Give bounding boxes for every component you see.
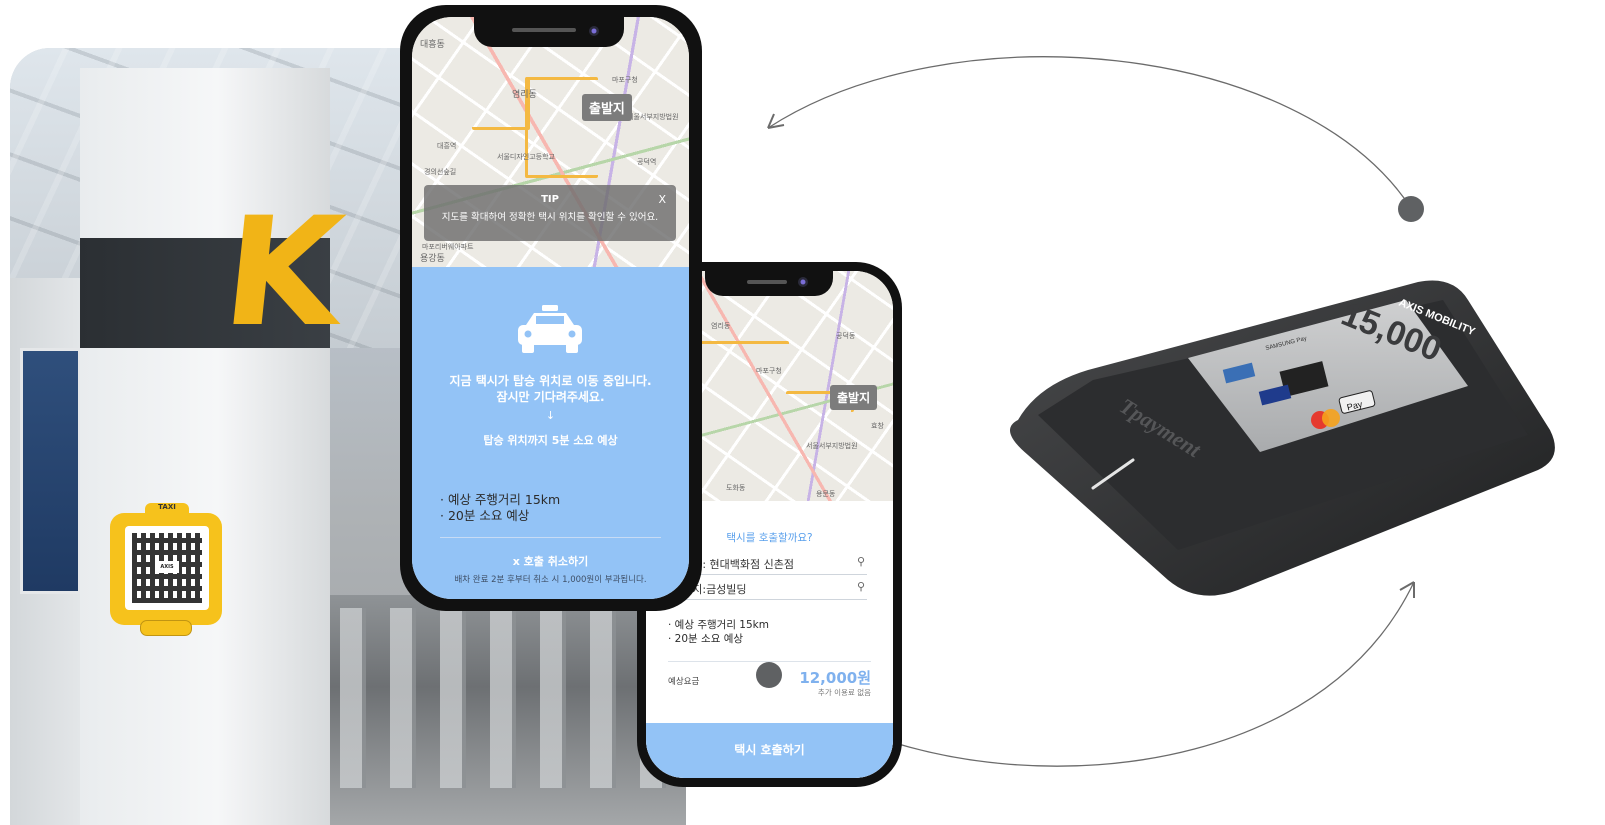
camera: [589, 26, 599, 36]
mastercard-logo-2: [1322, 409, 1340, 427]
status-line-1: 지금 택시가 탑승 위치로 이동 중입니다.: [449, 374, 652, 388]
speaker: [512, 28, 576, 32]
call-taxi-button[interactable]: 택시 호출하기: [646, 723, 893, 778]
map-label: 공덕동: [836, 332, 856, 340]
connector-dot-fare: [756, 662, 782, 688]
arc-terminal-to-phone: [767, 56, 1412, 209]
duration-info: · 20분 소요 예상: [440, 508, 530, 523]
phone-taxi-status: 대흥동 염리동 용강동 마포구청 서울서부지방법원 대흥역 경의선숲길 서울디자…: [400, 5, 702, 611]
taxi-icon: [518, 305, 582, 353]
search-icon[interactable]: ⚲: [857, 580, 865, 593]
distance-info: · 예상 주행거리 15km: [668, 619, 769, 631]
phone-status-screen: 대흥동 염리동 용강동 마포구청 서울서부지방법원 대흥역 경의선숲길 서울디자…: [412, 17, 689, 599]
origin-badge: 출발지: [582, 94, 632, 121]
pillar-letter: K: [215, 186, 351, 360]
connector-dot-terminal: [1398, 196, 1424, 222]
map-label: 도화동: [726, 484, 746, 492]
duration-info: · 20분 소요 예상: [668, 633, 744, 645]
info-screen: [20, 348, 81, 594]
phone-notch: [705, 270, 833, 296]
checkin-kiosks: [340, 608, 670, 788]
status-line-2: 잠시만 기다려주세요.: [496, 390, 605, 404]
map-label: 대흥동: [420, 40, 445, 50]
tip-text: 지도를 확대하여 정확한 택시 위치를 확인할 수 있어요.: [441, 212, 659, 223]
map-label: 마포구청: [756, 367, 782, 375]
qr-brand: AXIS: [155, 561, 179, 573]
eta-text: 탑승 위치까지 5분 소요 예상: [483, 434, 618, 447]
route-line: [472, 77, 530, 130]
map-label: 마포구청: [612, 76, 638, 84]
divider: [440, 537, 661, 538]
map-label: 염리동: [711, 322, 731, 330]
tip-close-button[interactable]: X: [658, 193, 666, 206]
cancel-call-button[interactable]: x 호출 취소하기: [412, 553, 689, 569]
tip-title: TIP: [541, 194, 559, 205]
map-label: 경의선숲길: [424, 168, 457, 176]
fare-value: 12,000원: [799, 669, 871, 687]
map-label: 서울서부지방법원: [806, 442, 858, 450]
fare-note: 추가 이용료 없음: [817, 688, 871, 697]
tip-banner: TIP 지도를 확대하여 정확한 택시 위치를 확인할 수 있어요. X: [424, 185, 676, 241]
origin-badge: 출발지: [830, 385, 878, 410]
pillar: [80, 68, 330, 825]
map-label: 마포리버웨아파트: [422, 243, 474, 251]
camera: [798, 277, 808, 287]
destination-field[interactable]: 도착지:금성빌딩 ⚲: [672, 579, 867, 600]
taxi-sticker: [140, 620, 192, 636]
map-label: 효창: [871, 422, 884, 430]
payment-terminal: 15,000 AXIS MOBILITY Tpayment Pay SAMSUN…: [1010, 280, 1555, 596]
fare-label: 예상요금: [668, 677, 700, 687]
arrow-down-icon: ↓: [545, 409, 556, 422]
map-label: 염리동: [512, 90, 537, 100]
search-icon[interactable]: ⚲: [857, 555, 865, 568]
phone-notch: [474, 15, 624, 47]
map-label: 공덕역: [637, 158, 657, 166]
map-label: 대흥역: [437, 142, 457, 150]
map-label: 서울서부지방법원: [627, 113, 679, 121]
map-label: 용강동: [420, 254, 445, 264]
qr-code: AXIS: [125, 526, 209, 610]
arc-arrowhead-top: [767, 113, 785, 129]
speaker: [747, 280, 787, 284]
cancel-note: 배차 완료 2분 후부터 취소 시 1,000원이 부과됩니다.: [454, 575, 647, 585]
map-label: 용문동: [816, 490, 836, 498]
map-label: 서울디자인고등학교: [497, 153, 555, 161]
status-panel: 지금 택시가 탑승 위치로 이동 중입니다. 잠시만 기다려주세요. ↓ 탑승 …: [412, 267, 689, 599]
